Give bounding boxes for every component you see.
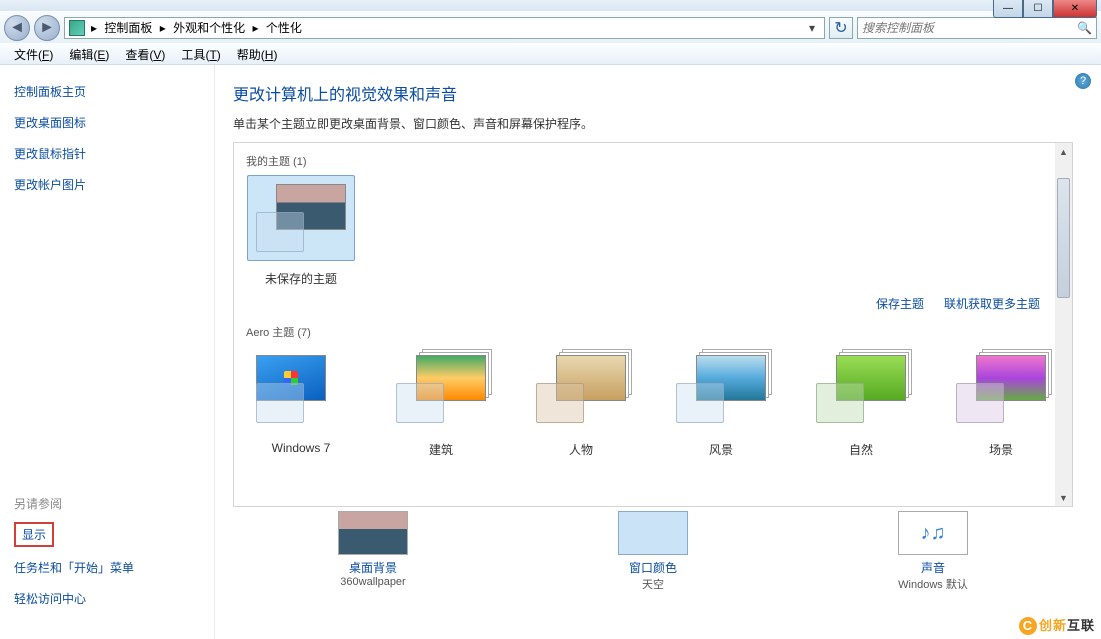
theme-glass-thumb (256, 212, 304, 252)
sidebar-link-mouse-pointer[interactable]: 更改鼠标指针 (14, 145, 200, 162)
help-icon[interactable]: ? (1075, 73, 1091, 89)
setting-title: 桌面背景 (283, 559, 463, 576)
save-theme-link[interactable]: 保存主题 (876, 295, 924, 312)
theme-scenery[interactable]: 风景 (666, 346, 776, 458)
sidebar-link-display[interactable]: 显示 (22, 526, 46, 543)
control-panel-icon (69, 20, 85, 36)
scroll-down-icon[interactable]: ▼ (1055, 489, 1072, 506)
color-thumb (618, 511, 688, 555)
menu-view[interactable]: 查看(V) (117, 44, 173, 65)
theme-glass-thumb (816, 383, 864, 423)
theme-name: 自然 (806, 441, 916, 458)
page-desc: 单击某个主题立即更改桌面背景、窗口颜色、声音和屏幕保护程序。 (233, 115, 1101, 132)
watermark: C创新互联 (1019, 615, 1095, 635)
theme-name: Windows 7 (246, 441, 356, 455)
theme-architecture[interactable]: 建筑 (386, 346, 496, 458)
search-box[interactable]: 🔍 (857, 17, 1097, 39)
theme-name: 建筑 (386, 441, 496, 458)
breadcrumb-item[interactable]: 外观和个性化 (171, 21, 247, 35)
sidebar-bottom: 另请参阅 显示 任务栏和「开始」菜单 轻松访问中心 (14, 495, 200, 621)
scroll-thumb[interactable] (1057, 178, 1070, 298)
page-title: 更改计算机上的视觉效果和声音 (233, 81, 1101, 105)
sidebar-link-taskbar[interactable]: 任务栏和「开始」菜单 (14, 559, 200, 576)
menu-help[interactable]: 帮助(H) (229, 44, 286, 65)
menu-file[interactable]: 文件(F) (6, 44, 61, 65)
content: ? 更改计算机上的视觉效果和声音 单击某个主题立即更改桌面背景、窗口颜色、声音和… (215, 65, 1101, 639)
theme-glass-thumb (396, 383, 444, 423)
theme-glass-thumb (956, 383, 1004, 423)
theme-scene[interactable]: 场景 (946, 346, 1056, 458)
sidebar-home[interactable]: 控制面板主页 (14, 83, 200, 100)
theme-glass-thumb (676, 383, 724, 423)
breadcrumb-sep: ▸ (89, 21, 99, 35)
refresh-button[interactable]: ↻ (829, 17, 853, 39)
setting-title: 窗口颜色 (563, 559, 743, 576)
section-my-themes: 我的主题 (1) (246, 153, 1060, 169)
wallpaper-thumb (338, 511, 408, 555)
sidebar-link-display-highlighted[interactable]: 显示 (14, 522, 54, 547)
theme-name: 风景 (666, 441, 776, 458)
watermark-badge: C (1019, 617, 1037, 635)
sidebar-link-desktop-icons[interactable]: 更改桌面图标 (14, 114, 200, 131)
titlebar: — ☐ ✕ (0, 0, 1101, 11)
theme-glass-thumb (256, 383, 304, 423)
scrollbar[interactable]: ▲ ▼ (1055, 143, 1072, 506)
minimize-button[interactable]: — (993, 0, 1023, 18)
menu-edit[interactable]: 编辑(E) (61, 44, 117, 65)
back-button[interactable]: ◄ (4, 15, 30, 41)
sound-icon: ♪♫ (898, 511, 968, 555)
section-aero-themes: Aero 主题 (7) (246, 324, 1060, 340)
maximize-button[interactable]: ☐ (1023, 0, 1053, 18)
theme-actions: 保存主题 联机获取更多主题 (246, 287, 1060, 320)
setting-window-color[interactable]: 窗口颜色 天空 (563, 511, 743, 592)
address-dropdown[interactable]: ▾ (804, 21, 820, 35)
menu-tools[interactable]: 工具(T) (173, 44, 228, 65)
scroll-up-icon[interactable]: ▲ (1055, 143, 1072, 160)
breadcrumb: ▸ 控制面板 ▸ 外观和个性化 ▸ 个性化 (89, 19, 304, 36)
theme-people[interactable]: 人物 (526, 346, 636, 458)
setting-sub: 360wallpaper (283, 576, 463, 588)
sidebar: 控制面板主页 更改桌面图标 更改鼠标指针 更改帐户图片 另请参阅 显示 任务栏和… (0, 65, 215, 639)
settings-row: 桌面背景 360wallpaper 窗口颜色 天空 ♪♫ 声音 Windows … (233, 511, 1073, 592)
menubar: 文件(F) 编辑(E) 查看(V) 工具(T) 帮助(H) (0, 43, 1101, 65)
theme-name: 场景 (946, 441, 1056, 458)
theme-unsaved[interactable]: 未保存的主题 (246, 175, 356, 287)
setting-sub: Windows 默认 (843, 576, 1023, 592)
theme-name: 未保存的主题 (246, 270, 356, 287)
main: 控制面板主页 更改桌面图标 更改鼠标指针 更改帐户图片 另请参阅 显示 任务栏和… (0, 65, 1101, 639)
breadcrumb-sep: ▸ (158, 21, 168, 35)
breadcrumb-item[interactable]: 个性化 (264, 21, 304, 35)
breadcrumb-sep: ▸ (250, 21, 260, 35)
setting-sub: 天空 (563, 576, 743, 592)
theme-nature[interactable]: 自然 (806, 346, 916, 458)
setting-wallpaper[interactable]: 桌面背景 360wallpaper (283, 511, 463, 592)
sidebar-link-account-picture[interactable]: 更改帐户图片 (14, 176, 200, 193)
theme-list: 我的主题 (1) 未保存的主题 保存主题 联机获取更多主 (233, 142, 1073, 507)
sidebar-link-ease-of-access[interactable]: 轻松访问中心 (14, 590, 200, 607)
setting-sound[interactable]: ♪♫ 声音 Windows 默认 (843, 511, 1023, 592)
see-also-label: 另请参阅 (14, 495, 200, 512)
window-controls: — ☐ ✕ (993, 0, 1097, 18)
online-themes-link[interactable]: 联机获取更多主题 (944, 295, 1040, 312)
search-input[interactable] (862, 21, 1077, 35)
breadcrumb-item[interactable]: 控制面板 (102, 21, 154, 35)
close-button[interactable]: ✕ (1053, 0, 1097, 18)
theme-windows7[interactable]: Windows 7 (246, 346, 356, 458)
address-bar[interactable]: ▸ 控制面板 ▸ 外观和个性化 ▸ 个性化 ▾ (64, 17, 825, 39)
setting-title: 声音 (843, 559, 1023, 576)
forward-button[interactable]: ► (34, 15, 60, 41)
navbar: ◄ ► ▸ 控制面板 ▸ 外观和个性化 ▸ 个性化 ▾ ↻ 🔍 (0, 11, 1101, 43)
theme-name: 人物 (526, 441, 636, 458)
theme-glass-thumb (536, 383, 584, 423)
search-icon[interactable]: 🔍 (1077, 21, 1092, 35)
